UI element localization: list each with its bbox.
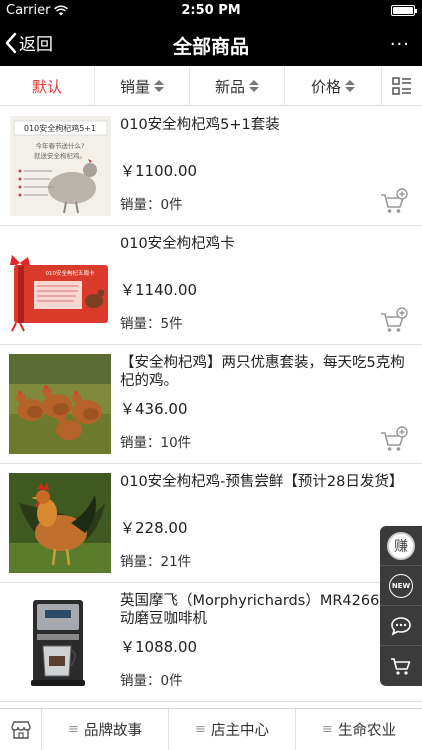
sales-label: 销量：: [120, 673, 161, 689]
thumb-subtitle: 今年春节送什么?: [36, 141, 85, 150]
cart-button[interactable]: [380, 646, 422, 686]
new-icon: NEW: [389, 573, 413, 598]
product-sales: 销量： 5件: [120, 312, 183, 332]
chicken-gift-box-icon: 010安全枸杞鸡5+1 今年春节送什么? 就送安全枸杞鸡。: [10, 116, 111, 216]
product-item[interactable]: 010安全枸杞鸡-预售尝鲜【预计28日发货】 ￥228.00 销量： 21件: [0, 464, 422, 583]
sort-arrows-icon: [249, 80, 259, 92]
product-price: ￥1100.00: [120, 162, 198, 180]
product-sales: 销量： 0件: [120, 193, 183, 213]
tab-brand-story-label: 品牌故事: [83, 723, 142, 739]
product-sales: 销量： 10件: [120, 431, 191, 451]
product-item[interactable]: 【安全枸杞鸡】两只优惠套装，每天吃5克枸杞的鸡。 ￥436.00 销量： 10件: [0, 345, 422, 464]
status-bar: Carrier 2:50 PM: [0, 0, 422, 22]
product-name: 010安全枸杞鸡卡: [120, 236, 235, 252]
tab-default[interactable]: 默认: [0, 66, 95, 106]
tab-sales-label: 销量: [119, 77, 150, 96]
sort-arrows-icon: [154, 80, 164, 92]
sales-value: 0件: [160, 197, 183, 213]
sales-value: 10件: [160, 435, 192, 451]
nav-bar: 返回 全部商品 ···: [0, 22, 422, 66]
more-button[interactable]: ···: [390, 34, 410, 55]
earn-button[interactable]: 赚: [380, 526, 422, 566]
sales-label: 销量：: [120, 435, 161, 451]
shop-home-button[interactable]: [0, 709, 42, 750]
shop-icon: [10, 720, 31, 739]
menu-icon: ≡: [322, 722, 333, 737]
message-button[interactable]: [380, 606, 422, 646]
product-price: ￥436.00: [120, 400, 188, 418]
tab-new[interactable]: 新品: [190, 66, 285, 106]
tab-price-label: 价格: [310, 77, 341, 96]
product-item[interactable]: 010安全枸杞五周卡 010安全枸杞鸡卡 ￥1140.00 销量： 5件: [0, 226, 422, 345]
tab-price[interactable]: 价格: [285, 66, 382, 106]
menu-icon: ≡: [195, 722, 206, 737]
add-to-cart-icon[interactable]: [380, 307, 408, 333]
new-button[interactable]: NEW: [380, 566, 422, 606]
thumb-title: 010安全枸杞五周卡: [46, 269, 95, 277]
tab-default-label: 默认: [31, 77, 62, 96]
tab-new-label: 新品: [214, 77, 245, 96]
product-item[interactable]: 010安全枸杞鸡5+1 今年春节送什么? 就送安全枸杞鸡。 010安全枸杞鸡5+…: [0, 107, 422, 226]
sales-value: 0件: [160, 673, 183, 689]
product-price: ￥1088.00: [120, 638, 198, 656]
bottom-tab-bar: ≡ 品牌故事 ≡ 店主中心 ≡ 生命农业: [0, 708, 422, 750]
product-list: 010安全枸杞鸡5+1 今年春节送什么? 就送安全枸杞鸡。 010安全枸杞鸡5+…: [0, 107, 422, 702]
earn-icon: 赚: [387, 531, 415, 560]
battery-icon: [391, 5, 417, 16]
view-toggle-button[interactable]: [382, 66, 422, 106]
product-name: 英国摩飞（Morphyrichards）MR4266全自动磨豆咖啡机: [120, 593, 409, 627]
product-price: ￥228.00: [120, 519, 188, 537]
tab-brand-story[interactable]: ≡ 品牌故事: [42, 709, 169, 750]
sales-label: 销量：: [120, 316, 161, 332]
tab-life-agriculture-label: 生命农业: [337, 723, 396, 739]
tab-owner-center[interactable]: ≡ 店主中心: [169, 709, 296, 750]
add-to-cart-icon[interactable]: [380, 426, 408, 452]
gift-card-icon: 010安全枸杞五周卡: [10, 235, 111, 335]
sales-label: 销量：: [120, 197, 161, 213]
chat-bubble-icon: [391, 616, 411, 636]
tab-sales[interactable]: 销量: [95, 66, 190, 106]
floating-action-bar: 赚 NEW: [380, 526, 422, 686]
page-title: 全部商品: [172, 36, 249, 58]
product-item[interactable]: 英国摩飞（Morphyrichards）MR4266全自动磨豆咖啡机 ￥1088…: [0, 583, 422, 702]
rooster-photo: [9, 473, 111, 573]
add-to-cart-icon[interactable]: [380, 188, 408, 214]
clock: 2:50 PM: [181, 3, 241, 18]
tab-life-agriculture[interactable]: ≡ 生命农业: [296, 709, 422, 750]
hens-photo: [9, 354, 111, 454]
menu-icon: ≡: [68, 722, 79, 737]
coffee-machine-photo: [9, 592, 111, 692]
sort-bar: 默认 销量 新品 价格: [0, 66, 422, 106]
list-view-icon: [392, 77, 411, 95]
top-bar: Carrier 2:50 PM 返回 全部商品 ···: [0, 0, 422, 66]
product-sales: 销量： 0件: [120, 669, 183, 689]
thumb-subtitle: 就送安全枸杞鸡。: [34, 151, 86, 160]
product-name: 【安全枸杞鸡】两只优惠套装，每天吃5克枸杞的鸡。: [120, 355, 405, 389]
product-price: ￥1140.00: [120, 281, 198, 299]
product-name: 010安全枸杞鸡5+1套装: [120, 117, 280, 133]
sales-value: 5件: [160, 316, 183, 332]
cart-icon: [391, 658, 411, 675]
sales-label: 销量：: [120, 554, 161, 570]
sort-arrows-icon: [345, 80, 355, 92]
thumb-title: 010安全枸杞鸡5+1: [24, 123, 96, 133]
product-sales: 销量： 21件: [120, 550, 191, 570]
sales-value: 21件: [160, 554, 192, 570]
tab-owner-center-label: 店主中心: [210, 723, 269, 739]
product-name: 010安全枸杞鸡-预售尝鲜【预计28日发货】: [120, 474, 404, 490]
